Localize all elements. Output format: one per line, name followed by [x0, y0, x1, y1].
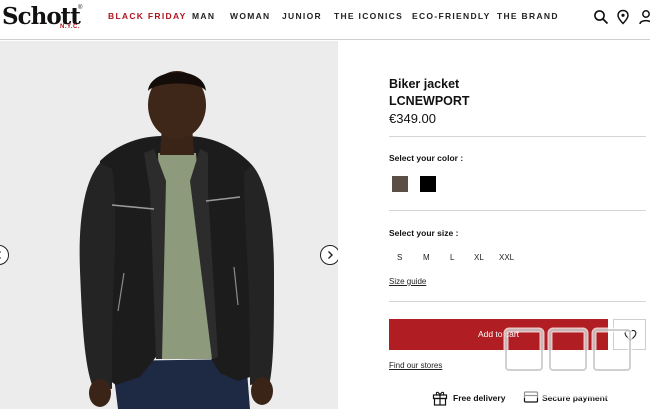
color-swatch-brown[interactable] [392, 176, 408, 192]
product-model: LCNEWPORT [389, 94, 470, 108]
chevron-left-icon [0, 251, 1, 259]
size-label: Select your size : [389, 228, 459, 238]
color-swatch-black[interactable] [420, 176, 436, 192]
size-option-m[interactable]: M [423, 253, 430, 262]
size-option-l[interactable]: L [450, 253, 454, 262]
nav-man[interactable]: MAN [192, 11, 215, 23]
product-image[interactable] [0, 41, 338, 409]
find-stores-link[interactable]: Find our stores [389, 361, 442, 370]
nav-the-brand[interactable]: THE BRAND [497, 11, 559, 23]
nav-black-friday[interactable]: BLACK FRIDAY [108, 11, 187, 23]
schott-logo[interactable]: Schott ® N.Y.C. [2, 3, 82, 31]
gallery-next-button[interactable] [320, 245, 338, 265]
logo-city: N.Y.C. [60, 24, 81, 30]
size-option-xl[interactable]: XL [474, 253, 484, 262]
nav-the-iconics[interactable]: THE ICONICS [334, 11, 403, 23]
gift-icon [432, 391, 448, 406]
product-price: €349.00 [389, 111, 436, 126]
size-option-xxl[interactable]: XXL [499, 253, 514, 262]
watermark-overlay [503, 327, 646, 398]
model-photo [0, 41, 338, 409]
nav-eco-friendly[interactable]: ECO-FRIENDLY [412, 11, 491, 23]
location-pin-icon[interactable] [615, 9, 631, 25]
nav-woman[interactable]: WOMAN [230, 11, 271, 23]
user-icon[interactable] [638, 9, 650, 25]
chevron-right-icon [328, 251, 333, 259]
size-guide-link[interactable]: Size guide [389, 277, 426, 286]
color-label: Select your color : [389, 153, 464, 163]
site-header: Schott ® N.Y.C. BLACK FRIDAY MAN WOMAN J… [0, 0, 650, 40]
size-option-s[interactable]: S [397, 253, 402, 262]
logo-registered-mark: ® [78, 5, 83, 11]
product-name: Biker jacket [389, 77, 460, 91]
nav-junior[interactable]: JUNIOR [282, 11, 322, 23]
divider [389, 136, 646, 137]
divider [389, 210, 646, 211]
divider [389, 301, 646, 302]
search-icon[interactable] [593, 9, 609, 25]
